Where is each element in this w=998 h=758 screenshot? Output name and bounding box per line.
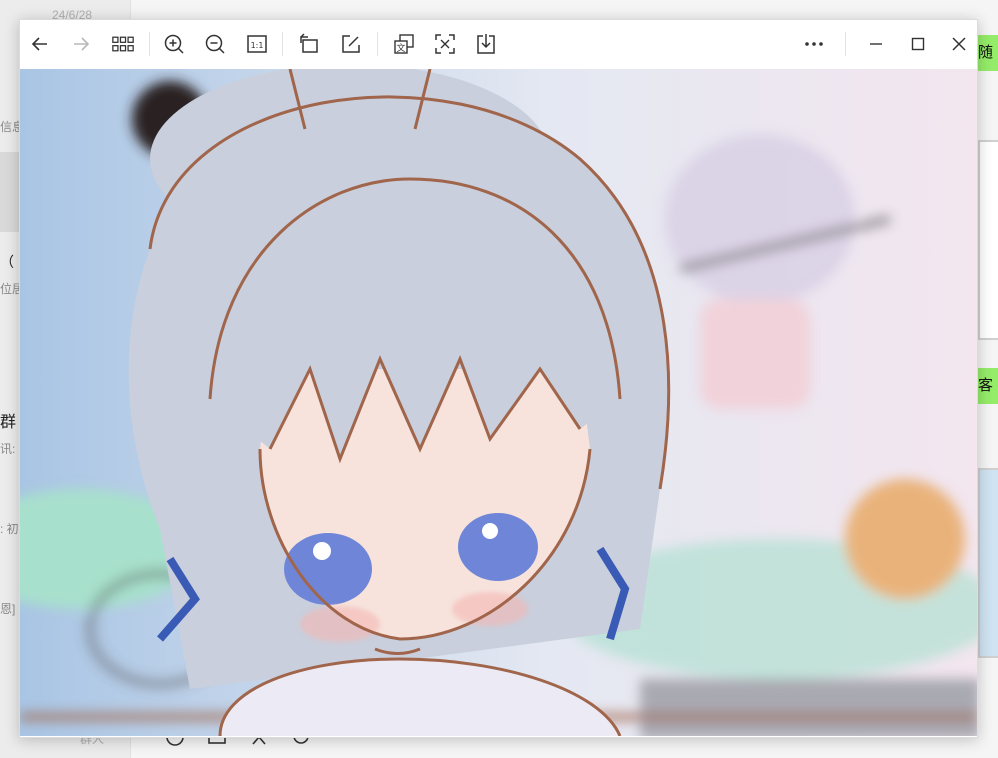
anime-girl-illustration	[20, 69, 977, 736]
grid-icon	[112, 36, 134, 52]
minimize-icon	[870, 43, 882, 45]
chat-bubble: 客串	[976, 368, 998, 404]
arrow-right-icon	[74, 37, 90, 51]
chat-title-fragment: 群	[0, 414, 17, 431]
close-button[interactable]	[943, 28, 975, 60]
displayed-image[interactable]	[20, 69, 977, 736]
actual-size-glyph: 1:1	[251, 41, 264, 50]
rotate-button[interactable]	[293, 28, 325, 60]
close-icon	[952, 37, 966, 51]
translate-icon: 文	[394, 34, 414, 54]
toolbar-separator	[377, 32, 378, 56]
maximize-icon	[911, 37, 925, 51]
download-icon	[477, 34, 495, 54]
forward-button[interactable]	[65, 28, 97, 60]
more-icon	[805, 42, 823, 46]
toolbar-separator	[282, 32, 283, 56]
zoom-out-icon	[205, 34, 225, 54]
viewer-toolbar: 1:1 文	[20, 20, 977, 68]
translate-glyph: 文	[396, 42, 405, 54]
toolbar-separator	[149, 32, 150, 56]
more-button[interactable]	[798, 28, 830, 60]
chat-preview-fragment: : 初	[0, 522, 19, 536]
toolbar-separator	[845, 32, 846, 56]
arrow-left-icon	[31, 37, 47, 51]
zoom-in-button[interactable]	[158, 28, 190, 60]
zoom-in-icon	[164, 34, 184, 54]
image-viewer-window: 1:1 文	[19, 19, 978, 738]
translate-button[interactable]: 文	[388, 28, 420, 60]
download-button[interactable]	[470, 28, 502, 60]
chat-preview-fragment: 恩]	[0, 602, 16, 616]
edit-button[interactable]	[335, 28, 367, 60]
maximize-button[interactable]	[902, 28, 934, 60]
chat-image-thumbnail[interactable]	[978, 140, 998, 340]
chat-image-thumbnail[interactable]	[978, 468, 998, 658]
gallery-button[interactable]	[107, 28, 139, 60]
extract-text-button[interactable]	[429, 28, 461, 60]
back-button[interactable]	[24, 28, 56, 60]
extract-text-icon	[435, 34, 455, 54]
edit-icon	[342, 35, 360, 53]
zoom-out-button[interactable]	[199, 28, 231, 60]
rotate-icon	[300, 33, 318, 53]
chat-preview-fragment: 讯:	[0, 442, 16, 456]
chat-bubble: 随	[976, 35, 998, 71]
actual-size-button[interactable]: 1:1	[241, 28, 273, 60]
minimize-button[interactable]	[860, 28, 892, 60]
chat-title-fragment: （	[0, 254, 14, 270]
actual-size-icon: 1:1	[247, 35, 267, 53]
